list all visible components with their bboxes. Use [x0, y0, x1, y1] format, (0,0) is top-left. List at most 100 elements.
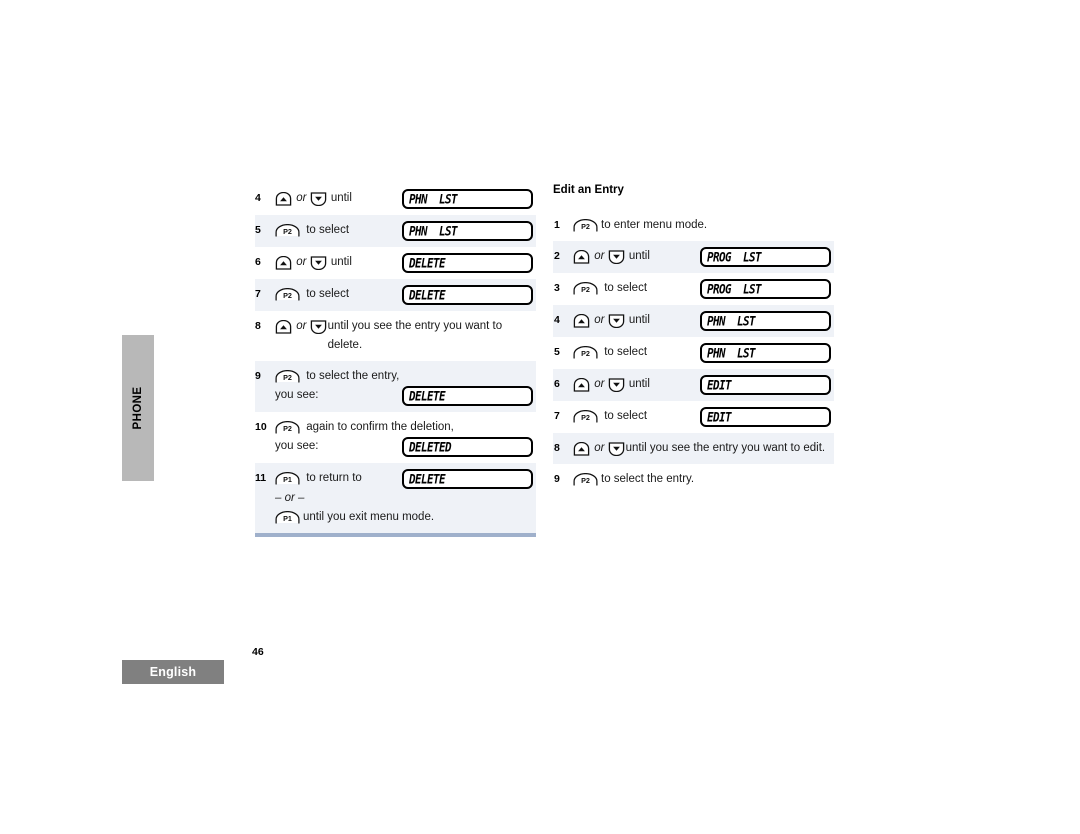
step-line: P2 to select the entry.: [573, 470, 834, 489]
step-text: until: [625, 378, 650, 390]
step-line: you see: DELETE: [275, 386, 536, 406]
lcd-display-text: PROG LST: [707, 280, 762, 297]
step-body: or until PHN LST: [275, 189, 536, 209]
step-body: P2 to select PHN LST: [275, 221, 536, 241]
lcd-slot: EDIT: [700, 375, 834, 395]
step-row: 6 or until EDIT: [553, 369, 834, 401]
p2-key-icon[interactable]: P2: [275, 370, 300, 383]
step-row: 7 P2 to select DELETE: [255, 279, 536, 311]
left-step-list: 4 or until PHN LST 5 P2 to select PHN LST 6 o…: [255, 183, 536, 533]
lcd-display: PHN LST: [402, 221, 533, 241]
up-arrow-key-icon[interactable]: [573, 314, 590, 328]
p2-key-icon[interactable]: P2: [275, 224, 300, 237]
step-number: 8: [554, 442, 560, 454]
step-body: P2 to select PROG LST: [573, 279, 834, 299]
svg-text:P2: P2: [581, 349, 590, 358]
step-row: 8 or until you see the entry you want to…: [255, 311, 536, 361]
step-text: to select: [303, 224, 350, 236]
lcd-display: DELETED: [402, 437, 533, 457]
step-row: 2 or until PROG LST: [553, 241, 834, 273]
down-arrow-key-icon[interactable]: [608, 378, 625, 392]
lcd-display-text: EDIT: [707, 408, 732, 425]
step-line: P2 to select PHN LST: [573, 343, 834, 363]
step-body: P2 to select EDIT: [573, 407, 834, 427]
step-row: 6 or until DELETE: [255, 247, 536, 279]
down-arrow-key-icon[interactable]: [608, 250, 625, 264]
lcd-display: DELETE: [402, 469, 533, 489]
right-step-list: 1 P2 to enter menu mode. 2 or until PROG LS…: [553, 210, 834, 495]
lcd-display-text: PHN LST: [409, 190, 458, 207]
down-arrow-key-icon[interactable]: [608, 442, 625, 456]
p2-key-icon[interactable]: P2: [573, 410, 598, 423]
p2-key-icon[interactable]: P2: [573, 219, 598, 232]
lcd-display-text: PHN LST: [707, 312, 756, 329]
step-text: to enter menu mode.: [601, 219, 708, 231]
lcd-slot: PHN LST: [402, 221, 536, 241]
up-arrow-key-icon[interactable]: [275, 320, 292, 334]
step-number: 9: [255, 370, 261, 382]
step-row: 10 P2 again to confirm the deletion, you s…: [255, 412, 536, 463]
p2-key-icon[interactable]: P2: [275, 288, 300, 301]
p1-key-icon[interactable]: P1: [275, 511, 300, 524]
down-arrow-key-icon[interactable]: [608, 314, 625, 328]
down-arrow-key-icon[interactable]: [310, 320, 327, 334]
step-text: you see:: [275, 389, 319, 401]
step-text: or: [591, 250, 608, 262]
step-body: or until PROG LST: [573, 247, 834, 267]
step-body: or until EDIT: [573, 375, 834, 395]
step-number: 10: [255, 421, 267, 433]
p2-key-icon[interactable]: P2: [573, 282, 598, 295]
step-text: until: [327, 192, 352, 204]
step-text: until: [625, 314, 650, 326]
lcd-display-text: DELETE: [409, 254, 446, 271]
p2-key-icon[interactable]: P2: [573, 346, 598, 359]
svg-text:P2: P2: [581, 476, 590, 485]
step-row: 9 P2 to select the entry.: [553, 464, 834, 495]
p1-key-icon[interactable]: P1: [275, 472, 300, 485]
step-line: P2 to select EDIT: [573, 407, 834, 427]
up-arrow-key-icon[interactable]: [275, 256, 292, 270]
step-line: or until PROG LST: [573, 247, 834, 267]
step-body: P2 to select PHN LST: [573, 343, 834, 363]
step-number: 8: [255, 320, 261, 332]
step-line: or until EDIT: [573, 375, 834, 395]
step-text: to select the entry.: [601, 473, 695, 485]
up-arrow-key-icon[interactable]: [573, 442, 590, 456]
step-text: until you see the entry you want to edit…: [625, 442, 826, 454]
lcd-display: EDIT: [700, 407, 831, 427]
p2-key-icon[interactable]: P2: [275, 421, 300, 434]
step-line: P2 again to confirm the deletion,: [275, 418, 536, 437]
lcd-slot: DELETE: [402, 285, 536, 305]
phone-section-tab-label: PHONE: [132, 386, 144, 430]
step-line: or until you see the entry you want to e…: [573, 439, 834, 458]
lcd-display: DELETE: [402, 253, 533, 273]
step-number: 1: [554, 219, 560, 231]
step-row: 5 P2 to select PHN LST: [255, 215, 536, 247]
step-number: 7: [255, 288, 261, 300]
step-number: 2: [554, 250, 560, 262]
lcd-display-text: PROG LST: [707, 248, 762, 265]
lcd-slot: EDIT: [700, 407, 834, 427]
lcd-display-text: DELETE: [409, 387, 446, 404]
step-text: or: [293, 320, 310, 332]
step-text: to select: [303, 288, 350, 300]
up-arrow-key-icon[interactable]: [275, 192, 292, 206]
lcd-display-text: DELETE: [409, 470, 446, 487]
p2-key-icon[interactable]: P2: [573, 473, 598, 486]
down-arrow-key-icon[interactable]: [310, 256, 327, 270]
up-arrow-key-icon[interactable]: [573, 378, 590, 392]
down-arrow-key-icon[interactable]: [310, 192, 327, 206]
svg-text:P2: P2: [581, 222, 590, 231]
lcd-display-text: PHN LST: [707, 344, 756, 361]
step-text: to select: [601, 410, 648, 422]
svg-text:P1: P1: [283, 514, 292, 523]
step-line: P1 until you exit menu mode.: [275, 508, 536, 527]
lcd-slot: DELETED: [402, 437, 536, 457]
up-arrow-key-icon[interactable]: [573, 250, 590, 264]
step-line: P2 to enter menu mode.: [573, 216, 834, 235]
step-row: 1 P2 to enter menu mode.: [553, 210, 834, 241]
alternative-separator: – or –: [275, 489, 536, 508]
lcd-display: DELETE: [402, 285, 533, 305]
step-text: – or –: [275, 492, 305, 504]
lcd-slot: DELETE: [402, 469, 536, 489]
